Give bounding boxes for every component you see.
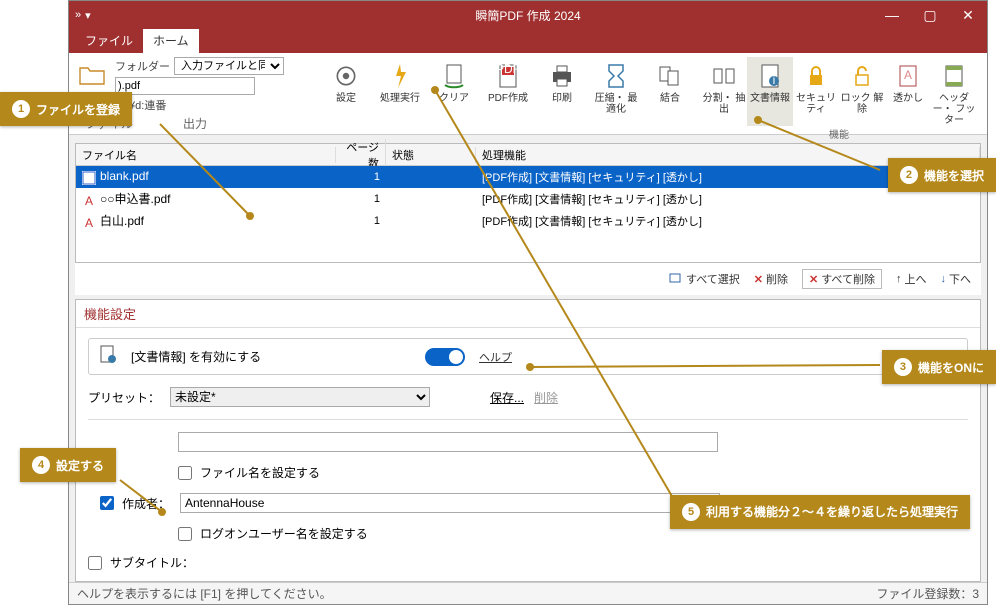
author-label: 作成者： xyxy=(122,495,172,512)
svg-text:i: i xyxy=(773,73,776,87)
maximize-button[interactable]: ▢ xyxy=(911,1,949,29)
split-button[interactable]: 分割・ 抽出 xyxy=(701,57,747,126)
move-down-button[interactable]: ↓下へ xyxy=(941,271,972,287)
author-input[interactable] xyxy=(180,493,720,513)
svg-text:A: A xyxy=(904,68,912,82)
close-button[interactable]: ✕ xyxy=(949,1,987,29)
use-filename-label: ファイル名を設定する xyxy=(200,464,320,481)
group-func-label: 機能 xyxy=(829,126,849,141)
status-help-text: ヘルプを表示するには [F1] を押してください。 xyxy=(77,585,332,602)
svg-text:A: A xyxy=(85,194,93,208)
headerfooter-button[interactable]: ヘッダー・ フッター xyxy=(931,57,977,126)
annotation-4: 4設定する xyxy=(20,448,116,482)
preset-label: プリセット： xyxy=(88,389,160,406)
help-link[interactable]: ヘルプ xyxy=(479,349,512,365)
col-filename[interactable]: ファイル名 xyxy=(76,147,336,163)
statusbar: ヘルプを表示するには [F1] を押してください。 ファイル登録数：3 xyxy=(69,582,987,604)
svg-text:PDF: PDF xyxy=(497,63,519,76)
pdf-icon: A xyxy=(82,194,96,208)
delete-all-button[interactable]: ✕すべて削除 xyxy=(802,269,882,289)
enable-toggle[interactable] xyxy=(425,348,465,366)
author-checkbox[interactable] xyxy=(100,496,114,510)
execute-button[interactable]: 処理実行 xyxy=(377,57,423,104)
arrow-down-icon: ↓ xyxy=(941,273,947,285)
title-input[interactable] xyxy=(178,432,718,452)
select-all-icon xyxy=(669,273,683,285)
delete-button[interactable]: ✕削除 xyxy=(754,271,788,287)
col-state[interactable]: 状態 xyxy=(386,147,476,163)
pdf-icon xyxy=(82,171,96,185)
subtitle-label: サブタイトル： xyxy=(110,554,194,571)
clear-button[interactable]: クリア xyxy=(431,57,477,104)
print-button[interactable]: 印刷 xyxy=(539,57,585,104)
filename-input[interactable] xyxy=(115,77,255,95)
window-title: 瞬簡PDF 作成 2024 xyxy=(475,7,580,24)
use-logon-checkbox[interactable] xyxy=(178,527,192,541)
annotation-1: 1ファイルを登録 xyxy=(0,92,132,126)
group-output-label: 出力 xyxy=(183,115,207,132)
subtitle-checkbox[interactable] xyxy=(88,556,102,570)
x-icon: ✕ xyxy=(754,273,763,286)
arrow-up-icon: ↑ xyxy=(896,273,902,285)
preset-save-link[interactable]: 保存... xyxy=(490,389,524,406)
quick-access: » ▾ xyxy=(75,9,91,22)
security-button[interactable]: セキュリティ xyxy=(793,57,839,126)
ribbon: フォルダー 入力ファイルと同じ 名 ¥d:連番 ファイル 出力 設定 xyxy=(69,53,987,135)
annotation-3: 3機能をONに xyxy=(882,350,996,384)
docinfo-enable-icon xyxy=(99,345,117,368)
file-list-actions: すべて選択 ✕削除 ✕すべて削除 ↑上へ ↓下へ xyxy=(75,263,981,295)
tab-home[interactable]: ホーム xyxy=(143,28,199,53)
use-logon-label: ログオンユーザー名を設定する xyxy=(200,525,368,542)
file-row[interactable]: A○○申込書.pdf 1 [PDF作成] [文書情報] [セキュリティ] [透か… xyxy=(76,188,980,210)
watermark-button[interactable]: A 透かし xyxy=(885,57,931,126)
folder-select[interactable]: 入力ファイルと同じ xyxy=(174,57,284,75)
unlock-button[interactable]: ロック 解除 xyxy=(839,57,885,126)
folder-label: フォルダー xyxy=(115,58,170,74)
pdfcreate-button[interactable]: PDF PDF作成 xyxy=(485,57,531,104)
minimize-button[interactable]: — xyxy=(873,1,911,29)
file-list-header: ファイル名 ページ数 状態 処理機能 xyxy=(76,144,980,166)
enable-label: [文書情報] を有効にする xyxy=(131,348,411,365)
annotation-2: 2機能を選択 xyxy=(888,158,996,192)
file-list: ファイル名 ページ数 状態 処理機能 blank.pdf 1 [PDF作成] [… xyxy=(75,143,981,263)
app-icon: » xyxy=(75,9,81,21)
move-up-button[interactable]: ↑上へ xyxy=(896,271,927,287)
menubar: ファイル ホーム xyxy=(69,29,987,53)
file-row[interactable]: A白山.pdf 1 [PDF作成] [文書情報] [セキュリティ] [透かし] xyxy=(76,210,980,232)
tab-file[interactable]: ファイル xyxy=(75,28,143,53)
qat-dropdown-icon[interactable]: ▾ xyxy=(85,9,91,22)
file-count: ファイル登録数：3 xyxy=(876,585,979,602)
merge-button[interactable]: 結合 xyxy=(647,57,693,104)
function-settings-panel: 機能設定 [文書情報] を有効にする ヘルプ プリセット： 未設定* 保存...… xyxy=(75,299,981,582)
preset-delete-link: 削除 xyxy=(534,389,558,406)
use-filename-checkbox[interactable] xyxy=(178,466,192,480)
preset-select[interactable]: 未設定* xyxy=(170,387,430,407)
svg-text:A: A xyxy=(85,216,93,230)
file-row[interactable]: blank.pdf 1 [PDF作成] [文書情報] [セキュリティ] [透かし… xyxy=(76,166,980,188)
x-icon: ✕ xyxy=(809,273,818,286)
settings-button[interactable]: 設定 xyxy=(323,57,369,104)
select-all-button[interactable]: すべて選択 xyxy=(669,271,740,287)
pdf-icon: A xyxy=(82,216,96,230)
compress-button[interactable]: 圧縮・ 最適化 xyxy=(593,57,639,115)
titlebar: » ▾ 瞬簡PDF 作成 2024 — ▢ ✕ xyxy=(69,1,987,29)
open-folder-icon[interactable] xyxy=(75,57,109,91)
settings-title: 機能設定 xyxy=(76,300,980,328)
docinfo-button[interactable]: i 文書情報 xyxy=(747,57,793,126)
annotation-5: 5利用する機能分２～４を繰り返したら処理実行 xyxy=(670,495,970,529)
